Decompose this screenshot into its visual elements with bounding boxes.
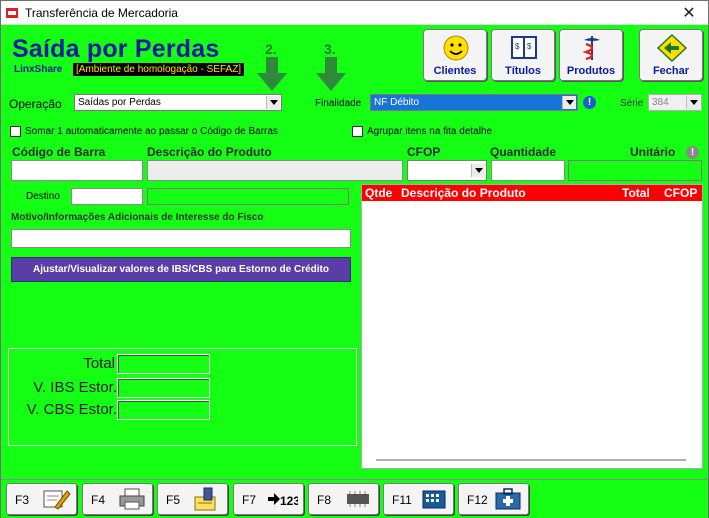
serie-label: Série: [620, 98, 644, 109]
step-2-label: 2.: [265, 41, 277, 57]
chevron-down-icon[interactable]: [686, 96, 700, 109]
close-icon[interactable]: ✕: [680, 3, 698, 23]
grid-col-qtde[interactable]: Qtde: [365, 186, 392, 200]
chevron-down-icon[interactable]: [471, 164, 485, 177]
environment-badge: [Ambiente de homologação - SEFAZ]: [73, 63, 245, 76]
f11-button[interactable]: F11: [383, 483, 454, 515]
title-bar: Transferência de Mercadoria ✕: [1, 1, 708, 25]
finalidade-select[interactable]: NF Débito: [370, 94, 578, 111]
window-title: Transferência de Mercadoria: [25, 6, 178, 20]
quantidade-label: Quantidade: [490, 145, 557, 159]
motivo-label: Motivo/Informações Adicionais de Interes…: [11, 212, 264, 223]
caduceus-icon: [582, 36, 600, 61]
total-value: [117, 354, 210, 374]
descricao-label: Descrição do Produto: [147, 145, 272, 159]
f5-label: F5: [166, 493, 181, 507]
f7-button[interactable]: F7 123: [233, 483, 304, 515]
svg-text:123: 123: [280, 494, 298, 508]
fechar-label: Fechar: [652, 65, 690, 77]
f11-label: F11: [392, 493, 412, 507]
totals-panel: Total V. IBS Estor. V. CBS Estor.: [8, 348, 357, 446]
cbs-estor-label: V. CBS Estor.: [26, 401, 117, 418]
arrow-down-icon: [257, 57, 287, 91]
f3-button[interactable]: F3: [6, 483, 77, 515]
destino-label: Destino: [26, 191, 60, 202]
motivo-input[interactable]: [11, 229, 351, 248]
f5-button[interactable]: F5: [157, 483, 228, 515]
unitario-input[interactable]: [568, 160, 702, 181]
f8-button[interactable]: F8: [308, 483, 379, 515]
f8-label: F8: [317, 493, 332, 507]
ibs-estor-label: V. IBS Estor.: [33, 379, 117, 396]
cfop-select[interactable]: [407, 160, 487, 181]
operacao-select[interactable]: Saídas por Perdas: [74, 94, 282, 111]
book-icon: $ $: [511, 36, 537, 59]
ajustar-ibs-cbs-button[interactable]: Ajustar/Visualizar valores de IBS/CBS pa…: [11, 257, 351, 282]
app-icon: [6, 8, 18, 18]
items-grid[interactable]: Qtde Descrição do Produto Total CFOP: [361, 184, 703, 469]
f4-label: F4: [91, 493, 106, 507]
grid-col-cfop[interactable]: CFOP: [664, 186, 697, 200]
f12-button[interactable]: F12: [458, 483, 529, 515]
edit-document-icon: [43, 490, 71, 510]
agrupar-label: Agrupar itens na fita detalhe: [367, 126, 493, 137]
step-3-label: 3.: [324, 41, 336, 57]
finalidade-value: NF Débito: [374, 97, 420, 108]
f3-label: F3: [15, 493, 30, 507]
clientes-label: Clientes: [433, 65, 477, 77]
horizontal-scrollbar[interactable]: [376, 459, 686, 461]
produtos-label: Produtos: [566, 65, 616, 77]
destino-input[interactable]: [71, 188, 143, 205]
smiley-icon: [443, 35, 469, 61]
serie-value: 384: [652, 97, 669, 108]
svg-text:$: $: [527, 42, 532, 51]
quantidade-input[interactable]: [491, 160, 565, 181]
back-arrow-icon: [657, 34, 687, 62]
grid-col-descricao[interactable]: Descrição do Produto: [401, 186, 526, 200]
total-label: Total: [83, 355, 115, 372]
info-icon[interactable]: !: [583, 96, 596, 109]
cbs-estor-value: [117, 400, 210, 420]
f12-label: F12: [467, 493, 488, 507]
titulos-button[interactable]: $ $ Títulos: [491, 29, 555, 81]
svg-text:$: $: [515, 42, 520, 51]
produtos-button[interactable]: Produtos: [559, 29, 623, 81]
operacao-value: Saídas por Perdas: [78, 97, 161, 108]
destino-name-field: [147, 188, 349, 205]
f7-label: F7: [242, 493, 257, 507]
printer-icon: [119, 488, 145, 510]
somar-label: Somar 1 automaticamente ao passar o Códi…: [25, 126, 278, 137]
codigo-barra-label: Código de Barra: [12, 145, 106, 159]
page-title: Saída por Perdas: [12, 35, 220, 63]
unitario-label: Unitário: [630, 145, 676, 159]
serie-select[interactable]: 384: [648, 94, 702, 111]
grid-header: Qtde Descrição do Produto Total CFOP: [362, 185, 702, 201]
finalidade-label: Finalidade: [315, 98, 362, 109]
arrow-down-icon: [316, 57, 346, 91]
stamp-icon: [194, 487, 216, 511]
grid-col-total[interactable]: Total: [622, 186, 650, 200]
cfop-label: CFOP: [407, 145, 441, 159]
number-sequence-icon: 123: [268, 493, 298, 508]
codigo-barra-input[interactable]: [11, 160, 143, 181]
brand-label: LinxShare: [14, 64, 63, 75]
operacao-label: Operação: [9, 97, 62, 111]
f4-button[interactable]: F4: [82, 483, 153, 515]
somar-checkbox[interactable]: [10, 126, 21, 137]
info-icon[interactable]: !: [686, 146, 699, 159]
main-window: Transferência de Mercadoria ✕ Saída por …: [0, 0, 709, 518]
descricao-input: [147, 160, 403, 181]
chevron-down-icon[interactable]: [266, 96, 280, 109]
ibs-estor-value: [117, 378, 210, 398]
chip-icon: [347, 491, 369, 507]
titulos-label: Títulos: [504, 65, 542, 77]
agrupar-checkbox[interactable]: [352, 126, 363, 137]
clientes-button[interactable]: Clientes: [423, 29, 487, 81]
chevron-down-icon[interactable]: [562, 96, 576, 109]
function-key-bar: F3 F4 F5 F7 123 F8 F11 F12: [1, 479, 708, 518]
fechar-button[interactable]: Fechar: [639, 29, 703, 81]
medical-kit-icon: [495, 488, 521, 510]
keyboard-icon: [422, 490, 446, 509]
